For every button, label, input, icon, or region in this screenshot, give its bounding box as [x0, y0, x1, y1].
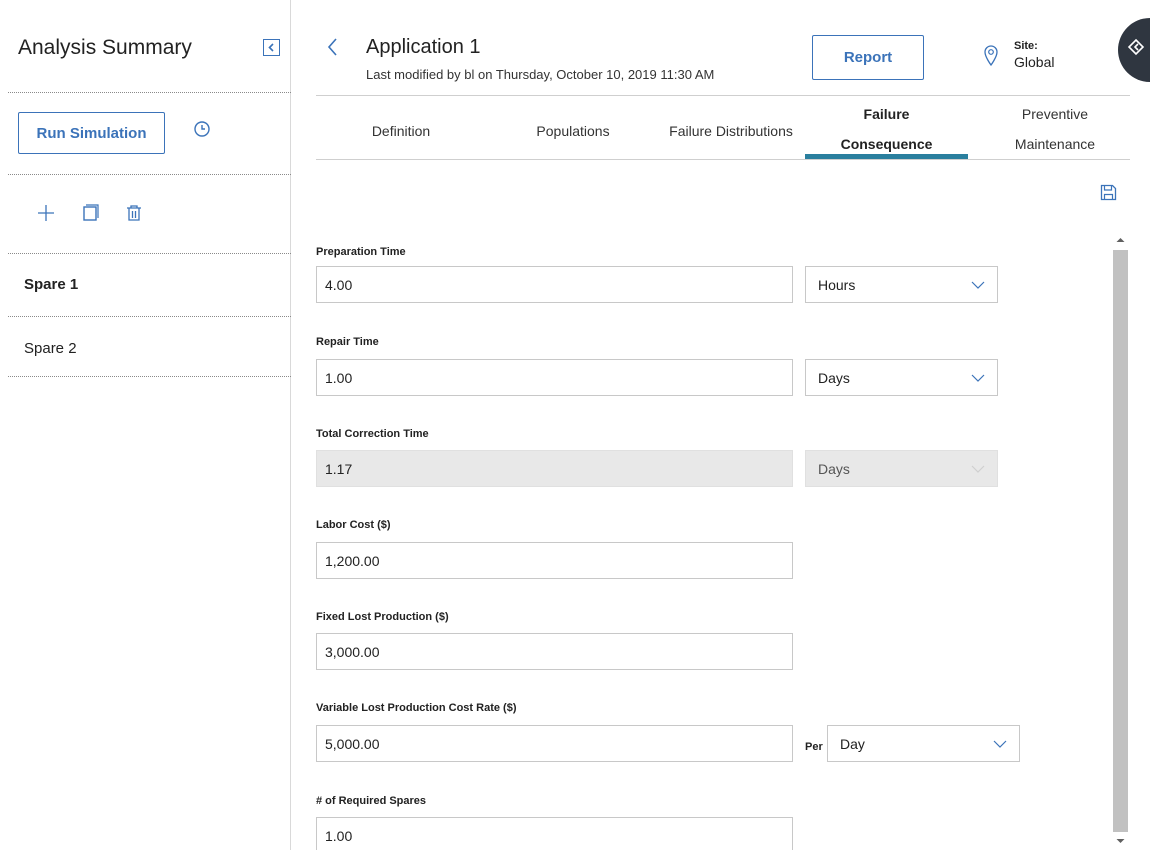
chevron-left-icon: [268, 43, 274, 52]
tab-definition[interactable]: Definition: [316, 120, 486, 142]
select-value: Days: [818, 460, 850, 477]
spare-list-item[interactable]: Spare 1: [24, 276, 78, 293]
run-simulation-button[interactable]: Run Simulation: [18, 112, 165, 154]
select-value: Days: [818, 369, 850, 386]
tab-label: Preventive: [1021, 106, 1089, 122]
scroll-up-icon[interactable]: [1113, 233, 1128, 247]
tab-label: Failure: [863, 106, 910, 122]
spare-list-item[interactable]: Spare 2: [24, 340, 77, 357]
trash-icon[interactable]: [124, 203, 144, 223]
chevron-down-icon: [971, 465, 985, 473]
divider: [8, 376, 291, 377]
tab-label: Definition: [371, 123, 431, 139]
total-correction-time-unit-select: Days: [805, 450, 998, 487]
select-value: Hours: [818, 276, 856, 293]
tab-label: Maintenance: [1014, 136, 1096, 152]
site-value[interactable]: Global: [1014, 54, 1054, 70]
add-icon[interactable]: [36, 203, 56, 223]
chevron-down-icon: [971, 374, 985, 382]
back-icon[interactable]: [325, 36, 341, 58]
tab-preventive-maintenance[interactable]: Preventive Maintenance: [985, 103, 1125, 155]
history-icon[interactable]: [193, 120, 211, 138]
variable-rate-unit-select[interactable]: Day: [827, 725, 1020, 762]
tab-label: Failure Distributions: [669, 123, 793, 139]
select-value: Day: [840, 735, 865, 752]
scrollbar-thumb[interactable]: [1113, 250, 1128, 832]
location-pin-icon: [984, 45, 998, 66]
repair-time-unit-select[interactable]: Days: [805, 359, 998, 396]
save-icon[interactable]: [1100, 184, 1117, 201]
sidebar-title: Analysis Summary: [18, 36, 192, 59]
field-label: Labor Cost ($): [316, 519, 391, 531]
field-label: Total Correction Time: [316, 428, 429, 440]
tab-populations[interactable]: Populations: [490, 120, 656, 142]
tab-failure-consequence[interactable]: Failure Consequence: [805, 103, 968, 155]
divider: [8, 92, 291, 93]
divider: [316, 95, 1130, 96]
repair-time-input[interactable]: [316, 359, 793, 396]
page-title: Application 1: [366, 36, 481, 58]
chevron-down-icon: [971, 281, 985, 289]
copy-icon[interactable]: [80, 203, 100, 223]
collapse-sidebar-button[interactable]: [263, 39, 280, 56]
preparation-time-input[interactable]: [316, 266, 793, 303]
active-tab-indicator: [805, 154, 968, 159]
tab-failure-distributions[interactable]: Failure Distributions: [660, 120, 802, 142]
required-spares-input[interactable]: [316, 817, 793, 850]
report-button[interactable]: Report: [812, 35, 924, 80]
chevron-down-icon: [993, 740, 1007, 748]
per-label: Per: [805, 741, 823, 753]
last-modified-text: Last modified by bl on Thursday, October…: [366, 67, 715, 82]
divider: [8, 316, 291, 317]
scroll-down-icon[interactable]: [1113, 834, 1128, 848]
divider: [8, 174, 291, 175]
tab-label: Populations: [536, 123, 610, 139]
assistant-icon: [1127, 38, 1145, 56]
tab-label: Consequence: [840, 136, 933, 152]
field-label: Preparation Time: [316, 246, 406, 258]
labor-cost-input[interactable]: [316, 542, 793, 579]
field-label: Variable Lost Production Cost Rate ($): [316, 702, 517, 714]
site-label: Site:: [1014, 40, 1038, 52]
divider: [8, 253, 291, 254]
divider: [316, 159, 1130, 160]
variable-lost-production-input[interactable]: [316, 725, 793, 762]
field-label: Repair Time: [316, 336, 379, 348]
analysis-sidebar: Analysis Summary Run Simulation Spare 1 …: [0, 0, 291, 850]
preparation-time-unit-select[interactable]: Hours: [805, 266, 998, 303]
field-label: # of Required Spares: [316, 795, 427, 807]
fixed-lost-production-input[interactable]: [316, 633, 793, 670]
field-label: Fixed Lost Production ($): [316, 611, 449, 623]
total-correction-time-input: [316, 450, 793, 487]
